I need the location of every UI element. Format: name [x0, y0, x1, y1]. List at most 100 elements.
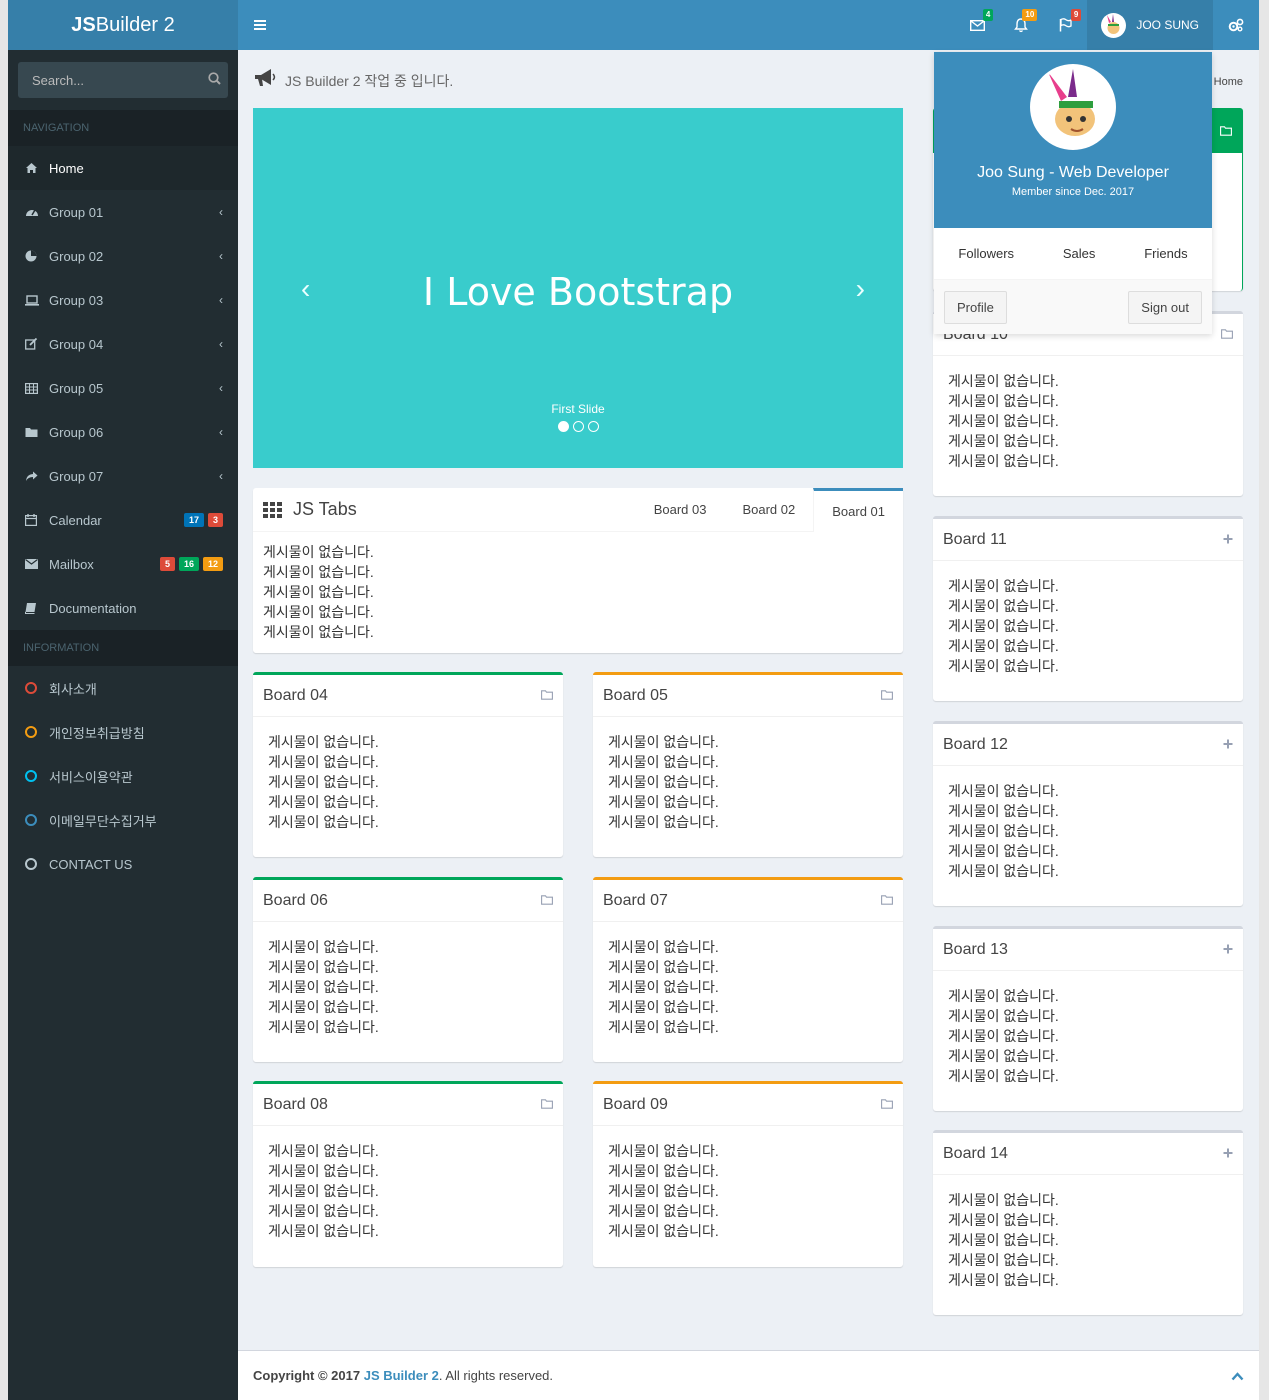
- sidebar-item-documentation[interactable]: Documentation: [8, 586, 238, 630]
- carousel-indicator[interactable]: [572, 421, 584, 432]
- plus-icon[interactable]: [1223, 1147, 1233, 1161]
- logo-rest: Builder 2: [95, 13, 175, 36]
- sidebar-item-label: 개인정보취급방침: [49, 725, 145, 741]
- notifications-count-badge: 10: [1022, 9, 1038, 21]
- sidebar-item-group-07[interactable]: Group 07 ‹: [8, 454, 238, 498]
- user-footer: Profile Sign out: [934, 280, 1212, 334]
- friends-link[interactable]: Friends: [1144, 246, 1187, 261]
- calendar-badge-red: 3: [207, 513, 223, 527]
- sidebar-item-home[interactable]: Home: [8, 146, 238, 190]
- sidebar-item-privacy[interactable]: 개인정보취급방침: [8, 710, 238, 754]
- sidebar-item-label: 이메일무단수집거부: [49, 813, 157, 829]
- messages-button[interactable]: 4: [955, 0, 999, 50]
- carousel-next-icon[interactable]: ›: [856, 273, 865, 305]
- sidebar-item-label: Group 05: [49, 380, 104, 396]
- post-line: 게시물이 없습니다.: [608, 979, 719, 995]
- folder-icon[interactable]: [1221, 328, 1233, 342]
- post-line: 게시물이 없습니다.: [948, 1008, 1059, 1024]
- tab-board-03[interactable]: Board 03: [636, 488, 725, 532]
- sidebar-item-group-06[interactable]: Group 06 ‹: [8, 410, 238, 454]
- carousel-indicator[interactable]: [587, 421, 599, 432]
- sidebar-item-email-policy[interactable]: 이메일무단수집거부: [8, 798, 238, 842]
- search-input[interactable]: [32, 72, 208, 88]
- post-line: 게시물이 없습니다.: [948, 1068, 1059, 1084]
- control-sidebar-button[interactable]: [1213, 0, 1259, 50]
- sidebar-item-label: Group 03: [49, 292, 104, 308]
- plus-icon[interactable]: [1223, 943, 1233, 957]
- sidebar-item-contact[interactable]: CONTACT US: [8, 842, 238, 886]
- sidebar-item-mailbox[interactable]: Mailbox 5 16 12: [8, 542, 238, 586]
- sidebar-item-group-04[interactable]: Group 04 ‹: [8, 322, 238, 366]
- folder-icon[interactable]: [1220, 125, 1232, 139]
- sidebar-toggle-button[interactable]: [238, 0, 282, 50]
- flag-icon: [1059, 18, 1072, 32]
- sidebar-item-group-03[interactable]: Group 03 ‹: [8, 278, 238, 322]
- post-line: 게시물이 없습니다.: [948, 1272, 1059, 1288]
- table-icon: [25, 382, 49, 394]
- post-line: 게시물이 없습니다.: [608, 794, 719, 810]
- copyright-link[interactable]: JS Builder 2: [364, 1368, 439, 1383]
- box-body: 게시물이 없습니다. 게시물이 없습니다. 게시물이 없습니다. 게시물이 없습니다.…: [933, 766, 1243, 896]
- sign-out-button[interactable]: Sign out: [1128, 290, 1202, 324]
- page-header: JS Builder 2 작업 중 입니다.: [253, 68, 453, 94]
- plus-icon[interactable]: [1223, 533, 1233, 547]
- post-line: 게시물이 없습니다.: [948, 433, 1059, 449]
- sidebar-item-group-02[interactable]: Group 02 ‹: [8, 234, 238, 278]
- tab-board-02[interactable]: Board 02: [724, 488, 813, 532]
- sidebar-item-group-01[interactable]: Group 01 ‹: [8, 190, 238, 234]
- plus-icon[interactable]: [1223, 738, 1233, 752]
- app-frame: JS Builder 2 4 10 9 JOO SUNG Search... N…: [8, 0, 1259, 1400]
- box-title: Board 11: [943, 530, 1007, 548]
- notifications-button[interactable]: 10: [999, 0, 1043, 50]
- sidebar-item-group-05[interactable]: Group 05 ‹: [8, 366, 238, 410]
- post-line: 게시물이 없습니다.: [948, 803, 1059, 819]
- followers-link[interactable]: Followers: [958, 246, 1014, 261]
- post-line: 게시물이 없습니다.: [268, 939, 379, 955]
- post-line: 게시물이 없습니다.: [948, 453, 1059, 469]
- folder-icon[interactable]: [881, 1098, 893, 1112]
- post-line: 게시물이 없습니다.: [268, 1019, 379, 1035]
- main-footer: Copyright © 2017 JS Builder 2. All right…: [238, 1350, 1259, 1400]
- board-box: Board 09 게시물이 없습니다. 게시물이 없습니다. 게시물이 없습니다. 게시…: [593, 1081, 903, 1267]
- tab-board-01[interactable]: Board 01: [813, 487, 903, 532]
- box-header: Board 09: [593, 1084, 903, 1126]
- box-title: Board 04: [263, 686, 328, 704]
- logo-bold: JS: [71, 13, 96, 36]
- sidebar-item-calendar[interactable]: Calendar 17 3: [8, 498, 238, 542]
- chevron-left-icon: ‹: [219, 337, 223, 351]
- logo[interactable]: JS Builder 2: [8, 0, 238, 50]
- user-body-links: Followers Sales Friends: [934, 228, 1212, 280]
- sidebar-item-terms[interactable]: 서비스이용약관: [8, 754, 238, 798]
- post-line: 게시물이 없습니다.: [948, 1252, 1059, 1268]
- post-line: 게시물이 없습니다.: [608, 1203, 719, 1219]
- chevron-left-icon: ‹: [219, 381, 223, 395]
- chevron-up-icon[interactable]: [1231, 1368, 1244, 1384]
- sidebar-item-company[interactable]: 회사소개: [8, 666, 238, 710]
- box-header: Board 04: [253, 675, 563, 717]
- profile-button[interactable]: Profile: [944, 290, 1007, 324]
- post-line: 게시물이 없습니다.: [268, 979, 379, 995]
- folder-icon[interactable]: [881, 894, 893, 908]
- post-line: 게시물이 없습니다.: [948, 843, 1059, 859]
- search-icon[interactable]: [208, 72, 221, 88]
- tab-content: 게시물이 없습니다. 게시물이 없습니다. 게시물이 없습니다. 게시물이 없습…: [253, 532, 903, 652]
- folder-icon[interactable]: [541, 894, 553, 908]
- box-header: Board 05: [593, 675, 903, 717]
- box-title: Board 06: [263, 891, 328, 909]
- box-body: 게시물이 없습니다. 게시물이 없습니다. 게시물이 없습니다. 게시물이 없습니다.…: [593, 922, 903, 1052]
- user-menu-toggle[interactable]: JOO SUNG: [1087, 0, 1213, 50]
- user-avatar-image: [1107, 13, 1120, 34]
- flags-button[interactable]: 9: [1043, 0, 1087, 50]
- folder-icon[interactable]: [541, 1098, 553, 1112]
- sidebar-search: [18, 62, 228, 98]
- folder-icon[interactable]: [881, 689, 893, 703]
- tabs-title: JS Tabs: [293, 499, 357, 519]
- folder-icon[interactable]: [541, 689, 553, 703]
- breadcrumb[interactable]: Home: [1214, 76, 1243, 88]
- board-box: Board 08 게시물이 없습니다. 게시물이 없습니다. 게시물이 없습니다. 게시…: [253, 1081, 563, 1267]
- post-line: 게시물이 없습니다.: [268, 734, 379, 750]
- sales-link[interactable]: Sales: [1063, 246, 1096, 261]
- carousel-indicator[interactable]: [557, 421, 569, 432]
- info-section-header: INFORMATION: [8, 630, 238, 666]
- post-line: 게시물이 없습니다.: [263, 624, 374, 640]
